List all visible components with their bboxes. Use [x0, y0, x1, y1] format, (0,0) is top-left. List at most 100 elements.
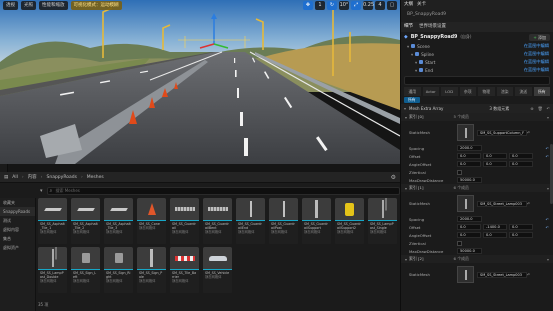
breadcrumb-meshes[interactable]: Meshes: [87, 175, 104, 180]
asset-tile[interactable]: SM_SS_GuardrailSupport 静态网格体: [302, 198, 331, 244]
expand-arrow-icon[interactable]: ▾: [405, 115, 407, 120]
tab-world-settings[interactable]: 世界场景设置: [419, 22, 446, 32]
angle-x-input[interactable]: 0.0: [457, 161, 481, 167]
maximize-icon[interactable]: ▢: [387, 1, 397, 10]
viewport-lit-button[interactable]: 光照: [21, 1, 36, 10]
category-tab[interactable]: LOD: [441, 87, 458, 96]
reset-icon[interactable]: ↶: [546, 154, 549, 159]
edit-in-blueprint-link[interactable]: 在蓝图中编辑: [524, 51, 549, 57]
source-item[interactable]: SnappyRoads: [0, 207, 35, 216]
source-item[interactable]: 收藏夹: [0, 198, 35, 207]
expand-arrow-icon[interactable]: ▾: [404, 106, 406, 111]
content-search-input[interactable]: ⌕ 搜索 Meshes: [46, 186, 400, 195]
spacing-input[interactable]: 2000.0: [457, 216, 482, 222]
spacing-input[interactable]: 2000.0: [457, 145, 482, 151]
asset-tile[interactable]: SM_SS_LampPost_Single 静态网格体: [368, 198, 397, 244]
asset-tile[interactable]: SM_SS_Cone 静态网格体: [137, 198, 166, 244]
breadcrumb-content[interactable]: 内容: [28, 174, 37, 180]
mesh-thumbnail[interactable]: [457, 195, 474, 212]
edit-in-blueprint-link[interactable]: 在蓝图中编辑: [524, 59, 549, 65]
category-tab[interactable]: 渲染: [496, 87, 513, 96]
element-menu-icon[interactable]: ▾: [547, 257, 549, 262]
settings-gear-icon[interactable]: ⚙: [391, 174, 396, 181]
camera-speed-value[interactable]: 4: [375, 1, 385, 10]
z-vertical-checkbox[interactable]: [457, 169, 462, 175]
component-row[interactable]: ▾ Start 在蓝图中编辑: [401, 58, 553, 66]
scale-snap-value[interactable]: 0.25: [363, 1, 374, 10]
outliner-row[interactable]: BP_SnappyRoad9: [401, 10, 553, 20]
expand-arrow-icon[interactable]: ▾: [405, 186, 407, 191]
edit-in-blueprint-link[interactable]: 在蓝图中编辑: [524, 43, 549, 49]
mesh-asset-picker[interactable]: SM_SS_Street_Lamp003: [477, 271, 527, 278]
category-tab[interactable]: Actor: [422, 87, 439, 96]
asset-tile[interactable]: SM_SS_Asphalt_Tile_3 静态网格体: [104, 198, 133, 244]
category-tab[interactable]: 通用: [404, 87, 421, 96]
reset-icon[interactable]: ↶: [527, 272, 530, 277]
asset-tile[interactable]: SM_SS_Sign_Pole 静态网格体: [137, 247, 166, 293]
reset-icon[interactable]: ↶: [547, 106, 550, 111]
source-item[interactable]: 虚拟内容: [0, 225, 35, 234]
asset-tile[interactable]: SM_SS_LampPost_Double 静态网格体: [38, 247, 67, 293]
asset-tile[interactable]: SM_SS_Asphalt_Tile_2 静态网格体: [71, 198, 100, 244]
tab-levels[interactable]: 关卡: [417, 0, 426, 10]
reset-icon[interactable]: ↶: [546, 217, 549, 222]
scale-snap-icon[interactable]: ⤢: [351, 1, 361, 10]
delete-icon[interactable]: 🗑: [538, 106, 543, 111]
reset-icon[interactable]: ↶: [527, 130, 530, 135]
reset-icon[interactable]: ↶: [546, 146, 549, 151]
angle-z-input[interactable]: 0.0: [509, 232, 533, 238]
asset-tile[interactable]: SM_SS_Guardrail 静态网格体: [170, 198, 199, 244]
component-row[interactable]: ▾ End 在蓝图中编辑: [401, 66, 553, 74]
offset-y-input[interactable]: 0.0: [483, 153, 507, 159]
tab-outliner[interactable]: 大纲: [404, 0, 413, 10]
asset-tile[interactable]: SM_SS_Tile_Barrier 静态网格体: [170, 247, 199, 293]
asset-tile[interactable]: SM_SS_Sign_Left 静态网格体: [71, 247, 100, 293]
viewport-visualization-warning[interactable]: 可视化模式：运动模糊: [70, 1, 122, 10]
details-search-input[interactable]: [404, 76, 550, 85]
breadcrumb-all[interactable]: All: [12, 175, 18, 180]
asset-tile[interactable]: SM_SS_Vehicle 静态网格体: [203, 247, 232, 293]
mesh-asset-picker[interactable]: SM_SS_SupportColumn_F: [477, 129, 527, 136]
element-menu-icon[interactable]: ▾: [547, 115, 549, 120]
asset-tile[interactable]: SM_SS_GuardrailSupport2 静态网格体: [335, 198, 364, 244]
grid-snap-value[interactable]: 1: [315, 1, 325, 10]
source-item[interactable]: 集合: [0, 234, 35, 243]
element-menu-icon[interactable]: ▾: [547, 186, 549, 191]
tab-details[interactable]: 细节: [404, 22, 413, 32]
mesh-thumbnail[interactable]: [457, 266, 474, 283]
expand-arrow-icon[interactable]: ▾: [411, 52, 413, 57]
angle-y-input[interactable]: 0.0: [483, 232, 507, 238]
reset-icon[interactable]: ↶: [527, 201, 530, 206]
expand-arrow-icon[interactable]: ▾: [405, 257, 407, 262]
array-element-header[interactable]: ▾ 索引 [0] 5 个成员 ▾: [401, 113, 553, 121]
angle-z-input[interactable]: 0.0: [509, 161, 533, 167]
source-item[interactable]: 虚拟资产: [0, 243, 35, 252]
offset-x-input[interactable]: 0.0: [457, 224, 481, 230]
category-tab[interactable]: 杂项: [459, 87, 476, 96]
z-vertical-checkbox[interactable]: [457, 240, 462, 246]
max-draw-distance-input[interactable]: 50000.0: [457, 248, 482, 254]
category-tab[interactable]: 物理: [478, 87, 495, 96]
angle-y-input[interactable]: 0.0: [483, 161, 507, 167]
component-row[interactable]: ▾ Spline 在蓝图中编辑: [401, 50, 553, 58]
offset-x-input[interactable]: 0.0: [457, 153, 481, 159]
array-element-header[interactable]: ▾ 索引 [1] 6 个成员 ▾: [401, 184, 553, 192]
rotate-snap-icon[interactable]: ↻: [327, 1, 337, 10]
asset-tile[interactable]: SM_SS_GuardrailEnd 静态网格体: [236, 198, 265, 244]
offset-z-input[interactable]: 0.0: [509, 224, 533, 230]
move-snap-icon[interactable]: ✥: [303, 1, 313, 10]
viewport-perspective-button[interactable]: 透视: [3, 1, 18, 10]
filter-icon[interactable]: ▾: [40, 188, 43, 194]
component-row[interactable]: ▾ Scene 在蓝图中编辑: [401, 42, 553, 50]
category-tab[interactable]: 流送: [515, 87, 532, 96]
asset-tile[interactable]: SM_SS_GuardrailPost 静态网格体: [269, 198, 298, 244]
breadcrumb-snappyroads[interactable]: SnappyRoads: [46, 175, 76, 180]
rotate-snap-value[interactable]: 10°: [339, 1, 349, 10]
offset-z-input[interactable]: 0.0: [509, 153, 533, 159]
viewport-scalability-button[interactable]: 性能和缩放: [39, 1, 68, 10]
array-element-header[interactable]: ▾ 索引 [2] 6 个成员 ▾: [401, 255, 553, 263]
expand-arrow-icon[interactable]: ▾: [407, 44, 409, 49]
offset-y-input[interactable]: -1400.0: [483, 224, 507, 230]
mesh-asset-picker[interactable]: SM_SS_Street_Lamp003: [477, 200, 527, 207]
add-element-icon[interactable]: ⊕: [530, 106, 533, 111]
